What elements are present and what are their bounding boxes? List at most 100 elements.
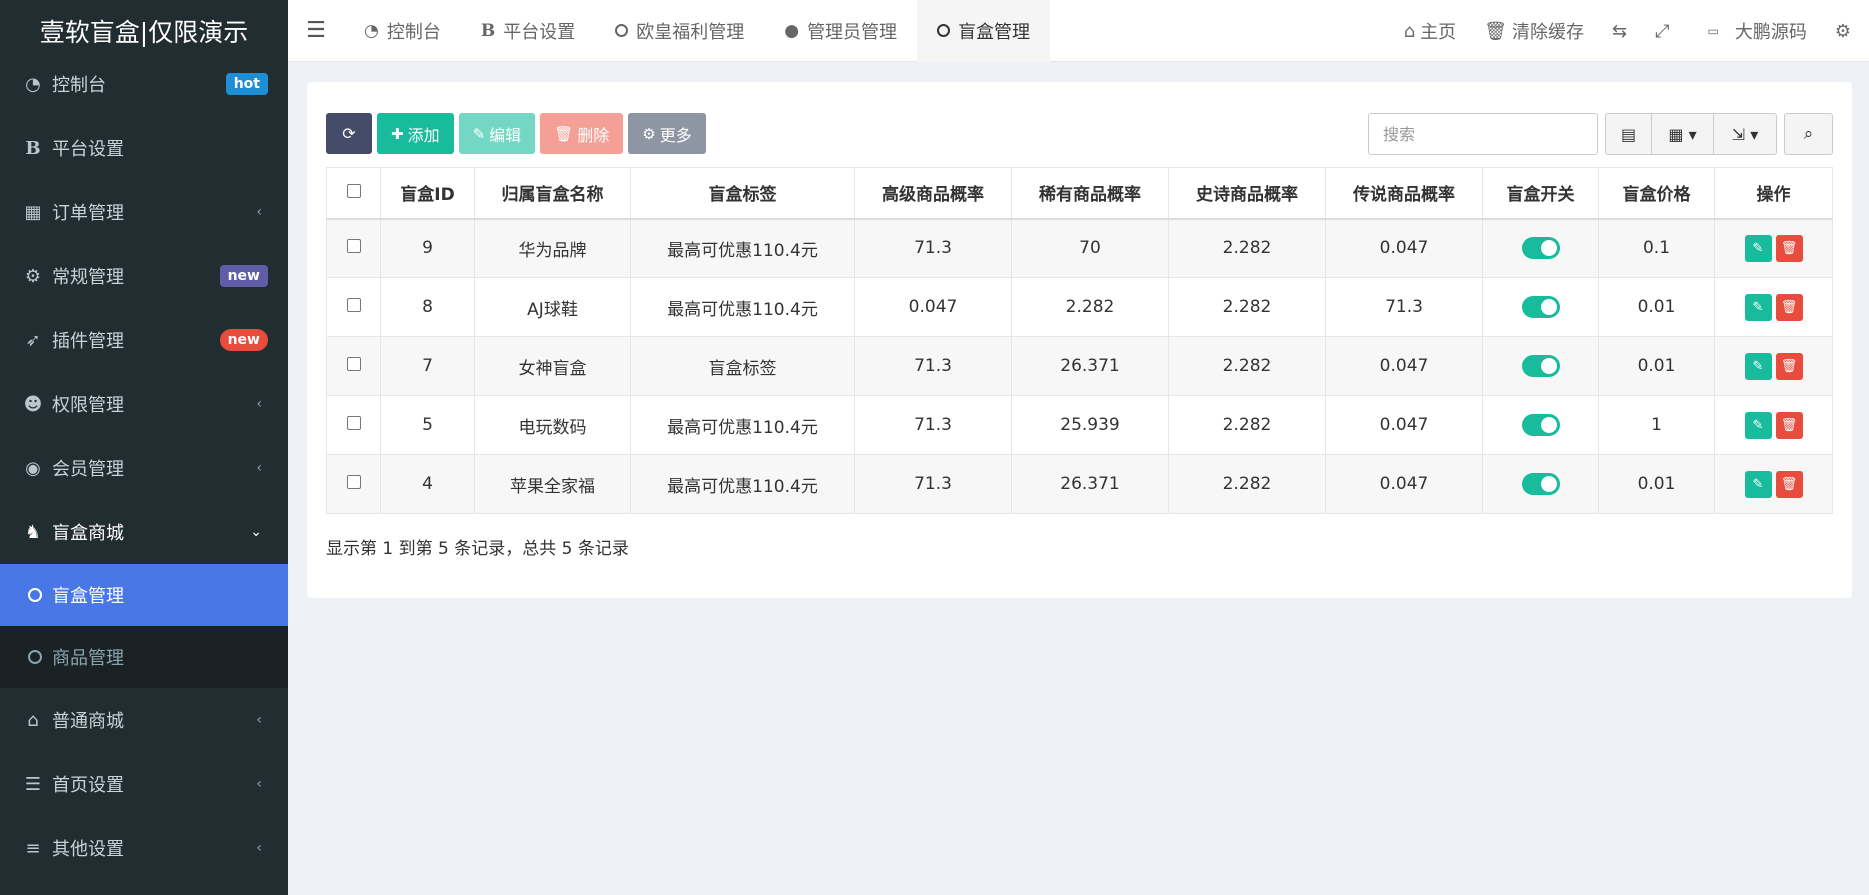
more-button[interactable]: ⚙ 更多 [628, 113, 706, 154]
cell-actions: ✎ 🗑 [1714, 395, 1833, 455]
row-checkbox[interactable] [346, 416, 361, 430]
col-header[interactable]: 归属盲盒名称 [474, 167, 631, 220]
sidebar-item-permissions[interactable]: ☻ 权限管理 ‹ [0, 372, 288, 436]
cell-id: 5 [380, 395, 475, 455]
clear-cache-button[interactable]: 🗑 清除缓存 [1470, 0, 1598, 62]
bold-b-icon: B [480, 20, 496, 41]
tab-admins[interactable]: ● 管理员管理 [764, 0, 917, 62]
bold-b-icon: B [25, 137, 41, 159]
sidebar-item-label: 插件管理 [52, 331, 124, 352]
row-checkbox[interactable] [346, 239, 361, 254]
sidebar-item-plugins[interactable]: ➶ 插件管理 new [0, 308, 288, 372]
col-header[interactable]: 盲盒价格 [1598, 167, 1715, 220]
col-header[interactable]: 史诗商品概率 [1168, 167, 1326, 220]
tab-welfare[interactable]: 欧皇福利管理 [595, 0, 764, 62]
row-edit-button[interactable]: ✎ [1744, 234, 1772, 262]
list-icon: ☰ [24, 773, 42, 795]
blindbox-toggle[interactable] [1521, 237, 1560, 260]
blindbox-table: 盲盒ID 归属盲盒名称 盲盒标签 高级商品概率 稀有商品概率 史诗商品概率 传说… [326, 167, 1833, 514]
cell-switch [1482, 395, 1599, 455]
fullscreen-button[interactable]: ⤢ [1641, 0, 1683, 62]
user-name: 大鹏源码 [1734, 22, 1807, 43]
sidebar-item-orders[interactable]: ▦ 订单管理 ‹ [0, 180, 288, 244]
sidebar-item-blindbox-mall[interactable]: ♞ 盲盒商城 ⌄ [0, 500, 288, 564]
col-header[interactable]: 传说商品概率 [1325, 167, 1483, 220]
tab-label: 平台设置 [503, 21, 576, 43]
trash-icon: 🗑 [1780, 476, 1798, 492]
home-link[interactable]: ⌂ 主页 [1390, 0, 1470, 62]
row-edit-button[interactable]: ✎ [1744, 470, 1772, 498]
sidebar-item-other[interactable]: ≡ 其他设置 ‹ [0, 816, 288, 880]
menu-toggle-icon[interactable]: ☰ [288, 0, 344, 62]
trash-icon: 🗑 [554, 124, 574, 143]
search-button[interactable]: ⌕ [1784, 113, 1833, 155]
sidebar-item-homepage[interactable]: ☰ 首页设置 ‹ [0, 752, 288, 816]
cell-switch [1482, 277, 1599, 337]
search-input[interactable] [1368, 113, 1598, 155]
delete-button[interactable]: 🗑 删除 [540, 113, 624, 154]
col-header[interactable]: 盲盒开关 [1482, 167, 1599, 220]
blindbox-toggle[interactable] [1521, 296, 1560, 318]
tab-dashboard[interactable]: ◔ 控制台 [344, 0, 461, 62]
row-edit-button[interactable]: ✎ [1744, 411, 1772, 439]
settings-button[interactable]: ⚙ [1821, 0, 1869, 62]
table-row: 8 AJ球鞋 最高可优惠110.4元 0.047 2.282 2.282 71.… [326, 277, 1833, 337]
sidebar-subitem-label: 商品管理 [52, 648, 124, 669]
cell-id: 7 [380, 336, 475, 396]
cell-price: 0.01 [1598, 336, 1715, 396]
table-row: 4 苹果全家福 最高可优惠110.4元 71.3 26.371 2.282 0.… [326, 454, 1833, 514]
col-header[interactable]: 盲盒ID [380, 167, 475, 220]
cell-price: 1 [1598, 395, 1715, 455]
add-button[interactable]: ✚ 添加 [377, 113, 454, 154]
user-menu[interactable]: ▭ 大鹏源码 [1684, 0, 1821, 62]
cell-switch [1482, 218, 1599, 278]
row-delete-button[interactable]: 🗑 [1775, 352, 1803, 380]
cell-tag: 最高可优惠110.4元 [630, 218, 855, 278]
export-button[interactable]: ⇲ ▾ [1714, 114, 1776, 154]
blindbox-toggle[interactable] [1521, 473, 1560, 495]
select-all-checkbox[interactable] [346, 183, 361, 198]
cell-id: 4 [380, 454, 475, 514]
trash-icon: 🗑 [1780, 299, 1798, 315]
sidebar-item-platform[interactable]: B 平台设置 [0, 116, 288, 180]
tab-platform[interactable]: B 平台设置 [461, 0, 595, 62]
row-select-cell [326, 218, 381, 278]
blindbox-toggle[interactable] [1521, 414, 1560, 436]
sidebar-subitem-blindbox-manage[interactable]: 盲盒管理 [0, 564, 288, 626]
col-header[interactable]: 稀有商品概率 [1011, 167, 1169, 220]
chevron-left-icon: ‹ [256, 396, 262, 412]
columns-button[interactable]: ▦ ▾ [1652, 114, 1714, 154]
row-checkbox[interactable] [346, 298, 361, 312]
users-icon: ☻ [23, 393, 43, 415]
row-delete-button[interactable]: 🗑 [1775, 411, 1803, 439]
tab-blindbox[interactable]: 盲盒管理 [917, 0, 1051, 62]
edit-button[interactable]: ✎ 编辑 [458, 113, 536, 154]
row-delete-button[interactable]: 🗑 [1775, 470, 1803, 498]
row-checkbox[interactable] [346, 357, 361, 371]
row-delete-button[interactable]: 🗑 [1775, 234, 1803, 262]
row-edit-button[interactable]: ✎ [1744, 293, 1772, 321]
row-delete-button[interactable]: 🗑 [1775, 293, 1803, 321]
sidebar-item-normal-mall[interactable]: ⌂ 普通商城 ‹ [0, 688, 288, 752]
row-checkbox[interactable] [346, 475, 361, 489]
table-toolbar: ⟳ ✚ 添加 ✎ 编辑 🗑 删除 ⚙ 更多 [326, 113, 711, 154]
new-badge: new [219, 329, 268, 351]
blindbox-toggle[interactable] [1521, 355, 1560, 377]
cell-rare: 26.371 [1011, 336, 1169, 396]
cogs-icon: ⚙ [24, 265, 42, 287]
sidebar-item-members[interactable]: ◉ 会员管理 ‹ [0, 436, 288, 500]
sidebar-item-label: 控制台 [52, 75, 106, 96]
cell-price: 0.1 [1598, 218, 1715, 278]
circle-icon [615, 24, 629, 37]
sidebar-subitem-goods-manage[interactable]: 商品管理 [0, 626, 288, 688]
table-row: 7 女神盲盒 盲盒标签 71.3 26.371 2.282 0.047 0.01… [326, 336, 1833, 396]
sidebar-item-general[interactable]: ⚙ 常规管理 new [0, 244, 288, 308]
language-button[interactable]: ⇆ [1598, 0, 1641, 62]
row-edit-button[interactable]: ✎ [1744, 352, 1772, 380]
col-header[interactable]: 盲盒标签 [630, 167, 855, 220]
chevron-down-icon: ⌄ [250, 524, 262, 540]
toggle-view-button[interactable]: ▤ [1606, 114, 1652, 154]
refresh-button[interactable]: ⟳ [326, 113, 372, 154]
sidebar-item-dashboard[interactable]: ◔ 控制台 hot [0, 52, 288, 116]
col-header[interactable]: 高级商品概率 [854, 167, 1012, 220]
